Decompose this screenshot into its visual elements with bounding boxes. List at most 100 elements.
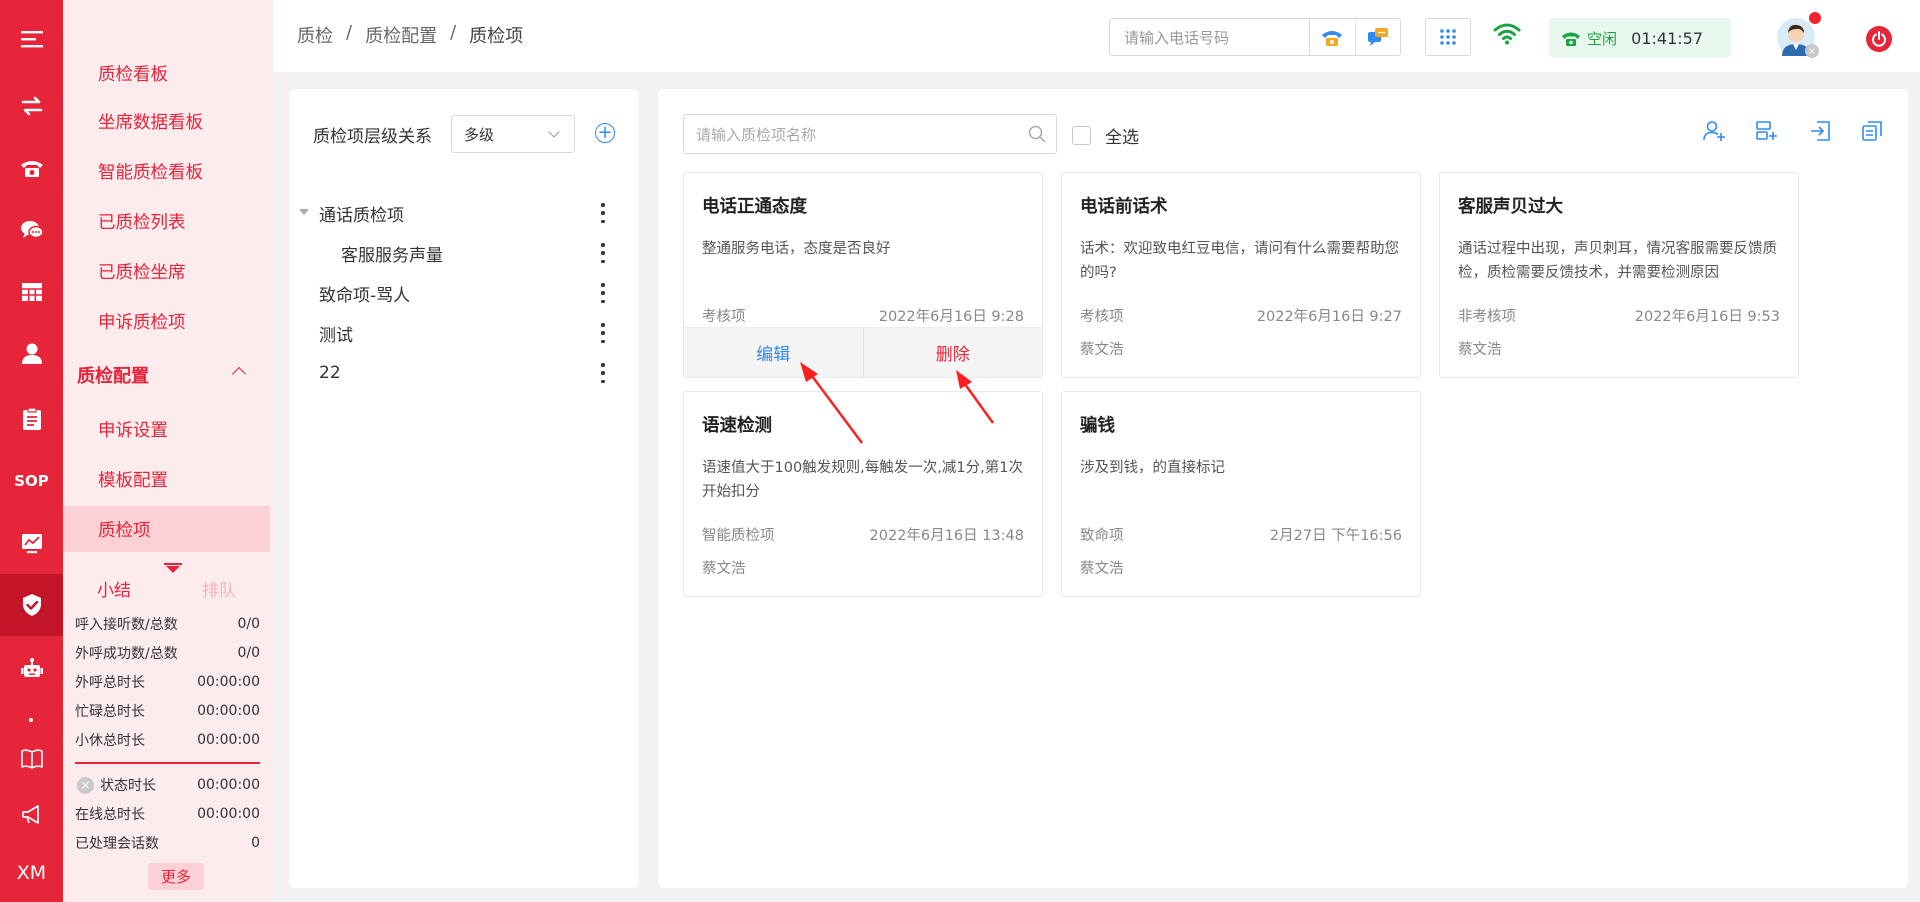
offline-badge-icon: × — [1805, 44, 1819, 58]
level-select[interactable]: 多级 — [451, 115, 575, 153]
submenu-group-qc-config[interactable]: 质检配置 — [63, 352, 270, 398]
tree-node[interactable]: 22 — [289, 353, 639, 393]
add-item-button[interactable] — [1752, 117, 1780, 145]
phone-number-input[interactable]: 请输入电话号码 — [1109, 18, 1309, 56]
breadcrumb-item[interactable]: 质检配置 — [365, 22, 437, 48]
sub-menu: 质检看板 坐席数据看板 智能质检看板 已质检列表 已质检坐席 申诉质检项 质检配… — [63, 0, 273, 902]
search-icon[interactable] — [1028, 125, 1046, 143]
close-icon[interactable]: × — [77, 776, 94, 794]
nav-announce[interactable] — [0, 784, 63, 846]
add-item-icon — [1756, 121, 1777, 140]
telephone-icon — [20, 161, 43, 177]
more-vertical-icon[interactable] — [601, 363, 605, 383]
qc-item-card[interactable]: 客服声贝过大 通话过程中出现，声贝刺耳，情况客服需要反馈质检，质检需要反馈技术，… — [1439, 172, 1799, 378]
clipboard-icon — [22, 407, 41, 430]
nav-chat[interactable] — [0, 199, 63, 261]
dial-button[interactable] — [1310, 19, 1356, 55]
nav-monitor[interactable] — [0, 512, 63, 574]
submenu-item-qc-board[interactable]: 质检看板 — [63, 50, 270, 96]
item-search-input[interactable]: 请输入质检项名称 — [683, 114, 1057, 154]
copy-icon — [1862, 121, 1882, 141]
tree-node[interactable]: 测试 — [289, 313, 639, 353]
add-member-button[interactable] — [1700, 117, 1728, 145]
summary-tabs: 小结 排队 — [63, 563, 270, 606]
logout-button[interactable] — [1866, 26, 1892, 52]
message-button[interactable] — [1356, 19, 1401, 55]
submenu-item-smart-board[interactable]: 智能质检看板 — [63, 148, 270, 194]
submenu-item-appeal-items[interactable]: 申诉质检项 — [63, 298, 270, 344]
transfer-icon — [21, 96, 42, 116]
phone-actions — [1309, 18, 1401, 56]
caret-down-icon — [166, 566, 180, 573]
qc-tree-panel: 质检项层级关系 多级 + 通话质检项 客服服务声量 致命项-骂人 测试 22 — [289, 89, 639, 888]
menu-toggle[interactable] — [0, 8, 63, 70]
book-icon — [20, 749, 43, 769]
chat-bubbles-icon — [20, 221, 44, 239]
phone-status-icon — [1562, 32, 1580, 46]
edit-button[interactable]: 编辑 — [684, 328, 864, 377]
card-actions: 编辑 删除 — [684, 327, 1042, 377]
nav-quality-check[interactable] — [0, 574, 63, 636]
notification-dot — [1809, 12, 1821, 24]
apps-grid-button[interactable] — [1425, 18, 1471, 56]
nav-table[interactable] — [0, 261, 63, 323]
caret-down-icon[interactable] — [299, 209, 309, 215]
status-text: 空闲 — [1587, 29, 1618, 48]
chevron-up-icon — [231, 366, 247, 382]
copy-button[interactable] — [1858, 117, 1886, 145]
megaphone-icon — [21, 805, 39, 824]
tree-node[interactable]: 通话质检项 — [289, 193, 639, 233]
nav-sop[interactable]: SOP — [0, 450, 63, 512]
stat-row: 忙碌总时长 00:00:00 — [75, 703, 260, 720]
submenu-item-template-config[interactable]: 模板配置 — [63, 456, 270, 502]
xm-icon: XM — [16, 862, 47, 884]
add-node-button[interactable]: + — [595, 123, 615, 143]
select-all-checkbox[interactable]: 全选 — [1072, 123, 1139, 148]
delete-button[interactable]: 删除 — [864, 328, 1043, 377]
qc-item-card[interactable]: 骗钱 涉及到钱，的直接标记 致命项 2月27日 下午16:56 蔡文浩 — [1061, 391, 1421, 597]
wifi-icon — [1493, 22, 1521, 50]
menu-icon — [20, 31, 43, 48]
power-icon — [1872, 31, 1886, 47]
agent-status[interactable]: 空闲 01:41:57 — [1549, 18, 1731, 58]
more-vertical-icon[interactable] — [601, 203, 605, 223]
submenu-item-checked-agents[interactable]: 已质检坐席 — [63, 248, 270, 294]
nav-telephone[interactable] — [0, 137, 63, 199]
nav-book[interactable] — [0, 728, 63, 790]
more-button[interactable]: 更多 — [148, 863, 204, 890]
submenu-item-agent-board[interactable]: 坐席数据看板 — [63, 98, 270, 144]
sop-icon: SOP — [14, 472, 49, 490]
submenu-item-qc-items[interactable]: 质检项 — [63, 506, 270, 552]
main-nav-rail: SOP XM — [0, 0, 63, 902]
tab-summary[interactable]: 小结 — [97, 576, 131, 601]
tree-node[interactable]: 致命项-骂人 — [289, 273, 639, 313]
shield-check-icon — [22, 594, 41, 616]
nav-transfer[interactable] — [0, 75, 63, 137]
tree-node[interactable]: 客服服务声量 — [289, 233, 639, 273]
stat-row: 外呼成功数/总数 0/0 — [75, 645, 260, 662]
tab-queue[interactable]: 排队 — [202, 576, 236, 601]
qc-items-panel: 请输入质检项名称 全选 电话正通态度 整通服务电话，态度是否良好 考核项 202… — [658, 89, 1908, 888]
more-vertical-icon[interactable] — [601, 243, 605, 263]
submenu-item-checked-list[interactable]: 已质检列表 — [63, 198, 270, 244]
qc-item-card[interactable]: 语速检测 语速值大于100触发规则,每触发一次,减1分,第1次开始扣分 智能质检… — [683, 391, 1043, 597]
user-add-icon — [1703, 121, 1725, 141]
grid-dots-icon — [1440, 29, 1456, 45]
breadcrumb-current: 质检项 — [469, 26, 524, 47]
more-vertical-icon[interactable] — [601, 283, 605, 303]
qc-item-card[interactable]: 电话正通态度 整通服务电话，态度是否良好 考核项 2022年6月16日 9:28… — [683, 172, 1043, 378]
chevron-down-icon — [548, 126, 560, 138]
submenu-item-appeal-settings[interactable]: 申诉设置 — [63, 406, 270, 452]
checkbox[interactable] — [1072, 126, 1091, 145]
nav-xm[interactable]: XM — [0, 842, 63, 902]
top-header: 质检 / 质检配置 / 质检项 请输入电话号码 空闲 01:41:57 × — [273, 0, 1920, 72]
nav-person[interactable] — [0, 323, 63, 385]
import-button[interactable] — [1806, 117, 1834, 145]
nav-clipboard[interactable] — [0, 388, 63, 450]
breadcrumb-item[interactable]: 质检 — [297, 22, 333, 48]
nav-robot[interactable] — [0, 638, 63, 700]
qc-item-card[interactable]: 电话前话术 话术：欢迎致电红豆电信，请问有什么需要帮助您的吗? 考核项 2022… — [1061, 172, 1421, 378]
stat-row: 呼入接听数/总数 0/0 — [75, 616, 260, 633]
tree-title: 质检项层级关系 — [313, 127, 432, 147]
more-vertical-icon[interactable] — [601, 323, 605, 343]
